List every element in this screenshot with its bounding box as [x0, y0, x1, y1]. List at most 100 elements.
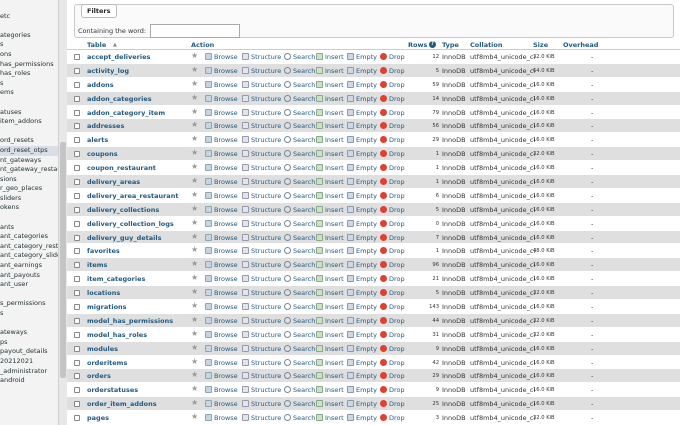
- empty-button[interactable]: Empty: [347, 316, 377, 325]
- insert-button[interactable]: Insert: [316, 80, 344, 89]
- search-button[interactable]: Search: [284, 150, 315, 158]
- insert-button[interactable]: Insert: [316, 372, 344, 380]
- empty-button[interactable]: Empty: [347, 164, 377, 172]
- empty-button[interactable]: Empty: [347, 122, 377, 130]
- drop-button[interactable]: Drop: [380, 178, 405, 186]
- structure-button[interactable]: Structure: [242, 66, 281, 75]
- table-name-link[interactable]: delivery_area_restaurant: [87, 192, 178, 200]
- browse-button[interactable]: Browse: [205, 122, 238, 130]
- row-checkbox[interactable]: [74, 54, 80, 60]
- favorite-star-icon[interactable]: ★: [191, 79, 198, 88]
- drop-button[interactable]: Drop: [380, 330, 405, 339]
- favorite-star-icon[interactable]: ★: [191, 134, 198, 143]
- sidebar-item[interactable]: sions: [0, 175, 58, 185]
- drop-button[interactable]: Drop: [380, 386, 405, 394]
- structure-button[interactable]: Structure: [242, 150, 281, 158]
- favorite-star-icon[interactable]: ★: [191, 329, 198, 338]
- table-name-link[interactable]: addon_categories: [87, 95, 152, 103]
- search-button[interactable]: Search: [284, 358, 315, 367]
- row-checkbox[interactable]: [74, 304, 80, 311]
- search-button[interactable]: Search: [284, 275, 315, 283]
- empty-button[interactable]: Empty: [347, 80, 377, 89]
- structure-button[interactable]: Structure: [242, 344, 281, 353]
- empty-button[interactable]: Empty: [347, 94, 377, 103]
- drop-button[interactable]: Drop: [380, 94, 405, 103]
- sidebar-item[interactable]: item_addons: [0, 117, 58, 127]
- drop-button[interactable]: Drop: [380, 344, 405, 353]
- row-checkbox[interactable]: [74, 401, 80, 408]
- insert-button[interactable]: Insert: [316, 53, 344, 61]
- insert-button[interactable]: Insert: [316, 205, 344, 214]
- row-checkbox[interactable]: [74, 359, 80, 366]
- sidebar-item[interactable]: s_permissions: [0, 299, 58, 309]
- table-name-link[interactable]: alerts: [87, 136, 108, 144]
- drop-button[interactable]: Drop: [380, 316, 405, 325]
- browse-button[interactable]: Browse: [205, 136, 238, 144]
- favorite-star-icon[interactable]: ★: [191, 107, 198, 116]
- row-checkbox[interactable]: [74, 192, 80, 199]
- header-table[interactable]: Table: [87, 41, 106, 49]
- row-checkbox[interactable]: [74, 290, 80, 297]
- search-button[interactable]: Search: [284, 344, 315, 353]
- drop-button[interactable]: Drop: [380, 108, 405, 117]
- drop-button[interactable]: Drop: [380, 219, 405, 228]
- drop-button[interactable]: Drop: [380, 247, 405, 255]
- empty-button[interactable]: Empty: [347, 414, 377, 422]
- insert-button[interactable]: Insert: [316, 275, 344, 283]
- empty-button[interactable]: Empty: [347, 358, 377, 367]
- drop-button[interactable]: Drop: [380, 80, 405, 89]
- favorite-star-icon[interactable]: ★: [191, 218, 198, 227]
- drop-button[interactable]: Drop: [380, 53, 405, 61]
- row-checkbox[interactable]: [74, 220, 80, 227]
- sidebar-item[interactable]: ord_reset_otps: [0, 145, 58, 156]
- empty-button[interactable]: Empty: [347, 275, 377, 283]
- browse-button[interactable]: Browse: [205, 53, 238, 61]
- table-name-link[interactable]: addons: [87, 81, 114, 89]
- favorite-star-icon[interactable]: ★: [191, 120, 198, 129]
- row-checkbox[interactable]: [74, 276, 80, 283]
- favorite-star-icon[interactable]: ★: [191, 190, 198, 199]
- search-button[interactable]: Search: [284, 191, 315, 200]
- browse-button[interactable]: Browse: [205, 66, 238, 75]
- browse-button[interactable]: Browse: [205, 150, 238, 158]
- empty-button[interactable]: Empty: [347, 386, 377, 394]
- search-button[interactable]: Search: [284, 178, 315, 186]
- table-name-link[interactable]: item_categories: [87, 275, 145, 283]
- favorite-star-icon[interactable]: ★: [191, 398, 198, 407]
- favorite-star-icon[interactable]: ★: [191, 315, 198, 324]
- sidebar-item[interactable]: ants: [0, 223, 58, 233]
- sidebar-item[interactable]: ant_earnings: [0, 261, 58, 271]
- row-checkbox[interactable]: [74, 345, 80, 352]
- sidebar-item[interactable]: payout_details: [0, 347, 58, 357]
- structure-button[interactable]: Structure: [242, 289, 281, 297]
- insert-button[interactable]: Insert: [316, 164, 344, 172]
- sidebar-item[interactable]: 20212021: [0, 357, 58, 367]
- search-button[interactable]: Search: [284, 289, 315, 297]
- table-name-link[interactable]: delivery_collections: [87, 206, 159, 214]
- favorite-star-icon[interactable]: ★: [191, 148, 198, 157]
- favorite-star-icon[interactable]: ★: [191, 204, 198, 213]
- sidebar-scrollbar[interactable]: [58, 0, 67, 425]
- empty-button[interactable]: Empty: [347, 233, 377, 242]
- sidebar-item[interactable]: has_permissions: [0, 60, 58, 70]
- favorite-star-icon[interactable]: ★: [191, 412, 198, 421]
- empty-button[interactable]: Empty: [347, 247, 377, 255]
- row-checkbox[interactable]: [74, 165, 80, 172]
- favorite-star-icon[interactable]: ★: [191, 51, 198, 60]
- drop-button[interactable]: Drop: [380, 205, 405, 214]
- insert-button[interactable]: Insert: [316, 136, 344, 144]
- browse-button[interactable]: Browse: [205, 289, 238, 297]
- table-name-link[interactable]: orders: [87, 372, 111, 380]
- sidebar-item[interactable]: ant_category_slider: [0, 251, 58, 261]
- insert-button[interactable]: Insert: [316, 400, 344, 408]
- insert-button[interactable]: Insert: [316, 261, 344, 269]
- browse-button[interactable]: Browse: [205, 372, 238, 380]
- insert-button[interactable]: Insert: [316, 94, 344, 103]
- insert-button[interactable]: Insert: [316, 386, 344, 394]
- structure-button[interactable]: Structure: [242, 303, 281, 311]
- insert-button[interactable]: Insert: [316, 122, 344, 130]
- browse-button[interactable]: Browse: [205, 303, 238, 311]
- table-name-link[interactable]: orderitems: [87, 359, 127, 367]
- table-name-link[interactable]: addon_category_item: [87, 109, 165, 117]
- drop-button[interactable]: Drop: [380, 122, 405, 130]
